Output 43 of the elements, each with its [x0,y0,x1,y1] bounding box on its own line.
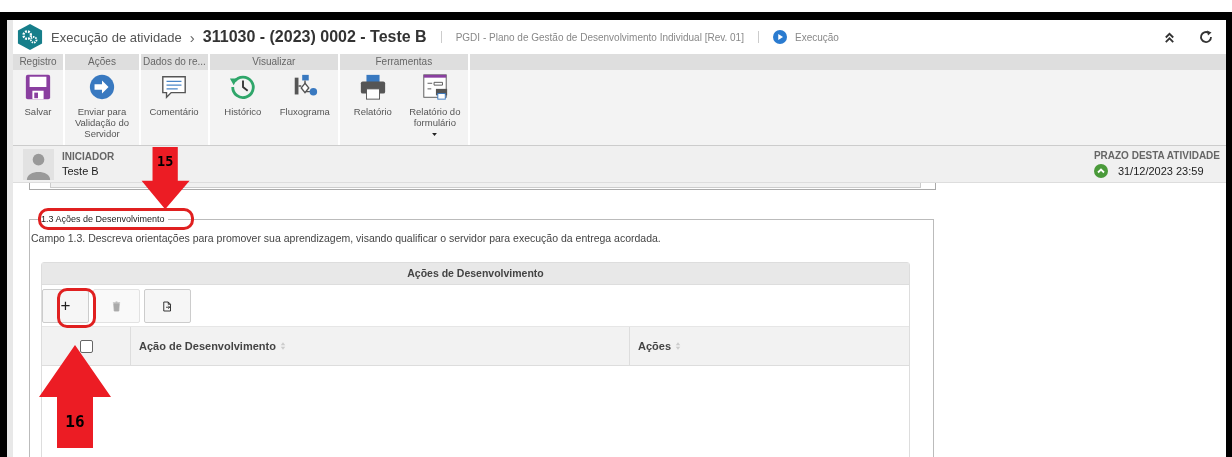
play-icon [772,30,787,44]
ribbon-group-label: Visualizar [209,54,338,70]
add-button[interactable]: + [42,289,89,323]
highlight-ring [57,288,96,328]
collapse-icon[interactable] [1163,30,1176,44]
form-printer-icon [420,73,449,101]
ribbon-button[interactable]: Fluxograma [273,73,336,145]
process-name: PGDI - Plano de Gestão de Desenvolvimento Individual [Rev. 01] [455,31,744,43]
sort-icon [675,341,682,351]
trash-icon [112,300,121,312]
section-legend: 1.3 Ações de Desenvolvimento [38,214,168,224]
grid-title: Ações de Desenvolvimento [42,263,909,285]
comment-icon [160,73,188,101]
arrow-circle-icon [88,73,116,101]
breadcrumb-separator: › [189,28,195,46]
caret-icon [432,133,438,136]
deadline-label: PRAZO DESTA ATIVIDADE [1093,150,1220,161]
column-header[interactable]: Ação de Desenvolvimento [131,327,630,365]
ribbon-button[interactable]: Relatório do formulário [403,73,466,145]
export-button[interactable] [144,289,191,323]
status-text: Execução [794,31,839,43]
column-header[interactable]: Ações [630,327,909,365]
section-description: Campo 1.3. Descreva orientações para promover sua aprendizagem, visando qualificar o servidor para execução da entrega acordada. [31,232,662,244]
ribbon-group-label: Ações [65,54,139,70]
select-all-checkbox[interactable] [79,339,93,353]
initiator-label: INICIADOR [62,151,115,162]
annotation-arrow: 16 [38,345,112,449]
document-export-icon [163,300,172,312]
window-title: 311030 - (2023) 0002 - Teste B [202,28,427,46]
sort-icon [279,341,286,351]
ribbon-group-label: Dados do re... [141,54,208,70]
breadcrumb-parent[interactable]: Execução de atividade [51,29,182,45]
ribbon-button[interactable]: Relatório [341,73,404,145]
printer-icon [358,73,387,101]
ribbon-group-label: Registro [13,54,63,70]
refresh-icon[interactable] [1198,29,1214,45]
chevron-up-circle-icon [1093,164,1108,178]
clock-history-icon [228,73,257,101]
deadline-date: 31/12/2023 23:59 [1117,165,1204,177]
ribbon-button[interactable]: Histórico [211,73,274,145]
ribbon-group-label: Ferramentas [339,54,468,70]
gears-logo-icon [17,23,43,51]
initiator-name: Teste B [62,165,100,177]
